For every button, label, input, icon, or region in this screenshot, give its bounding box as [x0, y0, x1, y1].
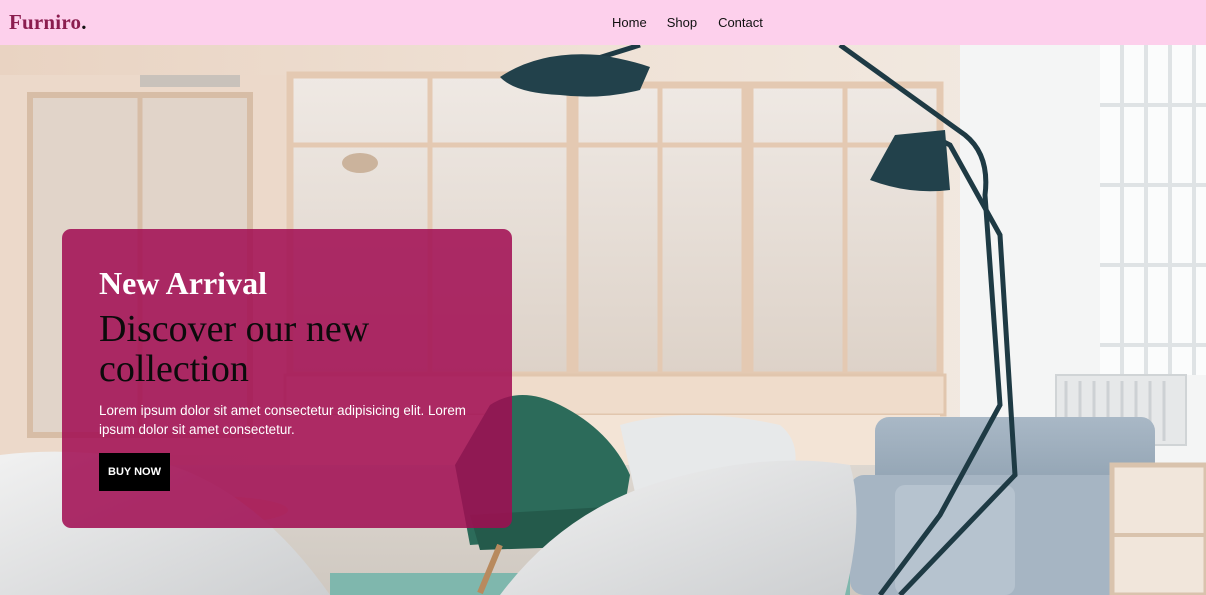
promo-eyebrow: New Arrival — [99, 265, 267, 301]
promo-description: Lorem ipsum dolor sit amet consectetur a… — [99, 403, 466, 437]
logo-dot: . — [81, 10, 87, 34]
main-nav: Home Shop Contact — [612, 15, 763, 30]
promo-title: Discover our new collection — [99, 308, 370, 390]
navbar: Furniro. Home Shop Contact — [0, 0, 1206, 45]
brand-logo[interactable]: Furniro. — [9, 10, 87, 35]
nav-link-shop[interactable]: Shop — [667, 15, 697, 30]
nav-link-home[interactable]: Home — [612, 15, 647, 30]
nav-link-contact[interactable]: Contact — [718, 15, 763, 30]
hero-section: New Arrival Discover our new collection … — [0, 45, 1206, 595]
buy-now-button[interactable]: BUY NOW — [99, 453, 170, 491]
logo-text: Furniro — [9, 10, 82, 34]
promo-card: New Arrival Discover our new collection … — [62, 229, 512, 528]
